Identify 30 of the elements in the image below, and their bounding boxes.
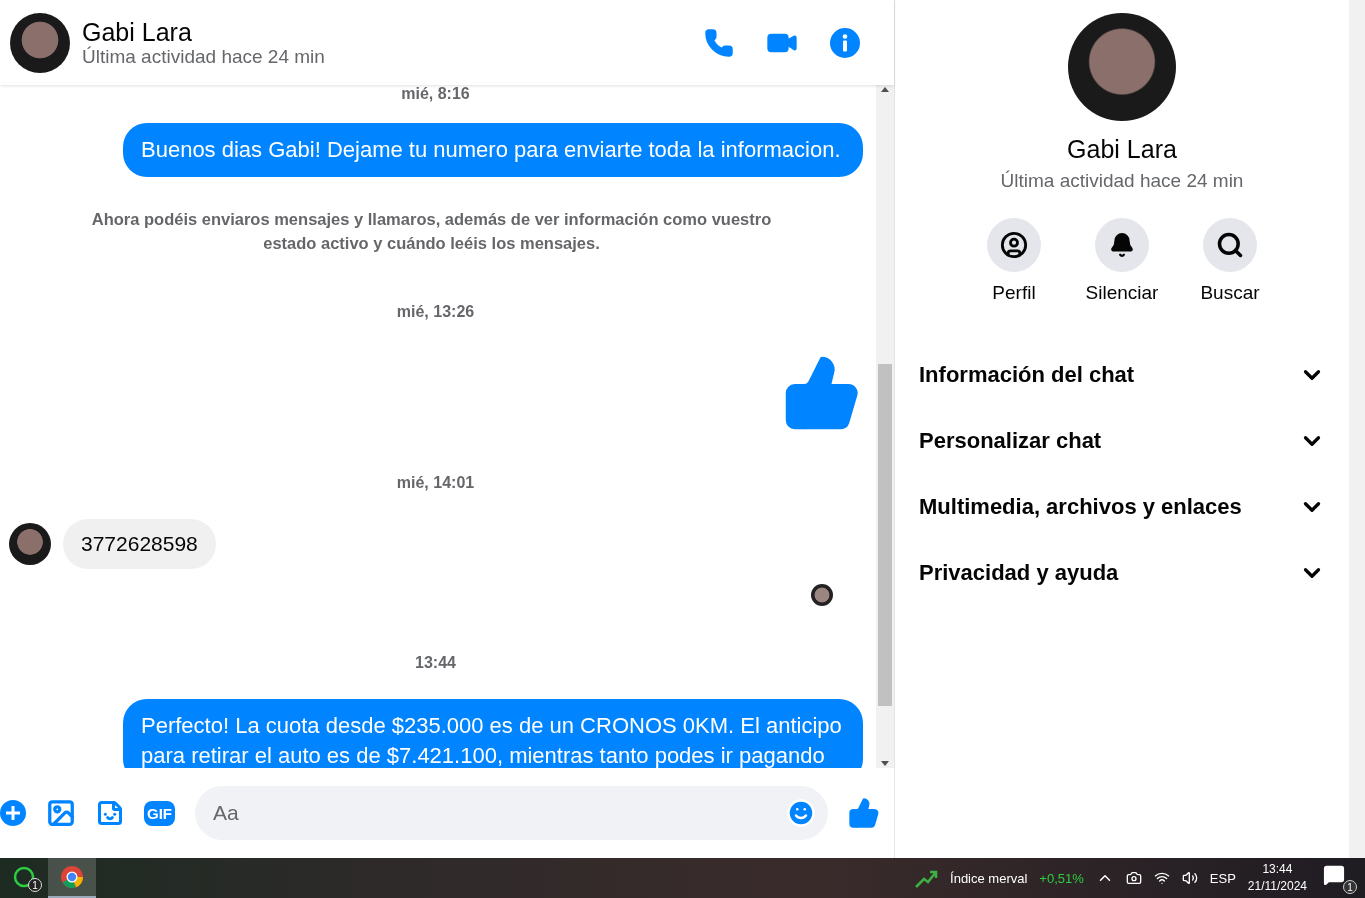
timestamp: mié, 13:26	[396, 303, 475, 321]
section-header[interactable]: Personalizar chat	[919, 408, 1325, 474]
timestamp: mié, 14:01	[396, 474, 475, 492]
timestamp: 13:44	[415, 654, 456, 672]
section-header[interactable]: Información del chat	[919, 342, 1325, 408]
section-header[interactable]: Multimedia, archivos y enlaces	[919, 474, 1325, 540]
sent-message: Perfecto! La cuota desde $235.000 es de un CRONOS 0KM. El anticipo para retirar el auto es de $7.421.100, mientras tanto podes ir pagando	[123, 699, 863, 768]
clock-date: 21/11/2024	[1247, 878, 1307, 895]
sent-message: Buenos dias Gabi! Dejame tu numero para enviarte toda la informacion.	[123, 123, 863, 177]
received-message: 3772628598	[63, 519, 216, 569]
notifications-button[interactable]: 1	[1319, 862, 1357, 894]
profile-name: Gabi Lara	[1067, 135, 1177, 164]
message-input[interactable]: Aa	[195, 786, 828, 840]
profile-status: Última actividad hace 24 min	[1000, 170, 1244, 192]
contact-status: Última actividad hace 24 min	[82, 45, 326, 68]
contact-name: Gabi Lara	[82, 17, 193, 46]
stock-change: +0,51%	[1039, 870, 1084, 886]
language-indicator[interactable]: ESP	[1209, 870, 1236, 886]
taskbar-app[interactable]: 1	[0, 858, 48, 898]
profile-action[interactable]: Buscar	[1196, 218, 1264, 304]
section-header[interactable]: Privacidad y ayuda	[919, 540, 1325, 606]
profile-action[interactable]: Perfil	[980, 218, 1048, 304]
notification-badge: 1	[1343, 880, 1357, 894]
timestamp: mié, 8:16	[401, 85, 470, 103]
chat-notice: Ahora podéis enviaros mensajes y llamaros, además de ver información como vuestro estado activo y cuándo leéis los mensajes.	[91, 209, 772, 254]
gif-button[interactable]: GIF	[144, 800, 175, 826]
notification-badge: 1	[28, 878, 42, 892]
stock-name: Índice merval	[950, 870, 1028, 886]
profile-action[interactable]: Silenciar	[1088, 218, 1156, 304]
clock-time: 13:44	[1262, 861, 1293, 878]
